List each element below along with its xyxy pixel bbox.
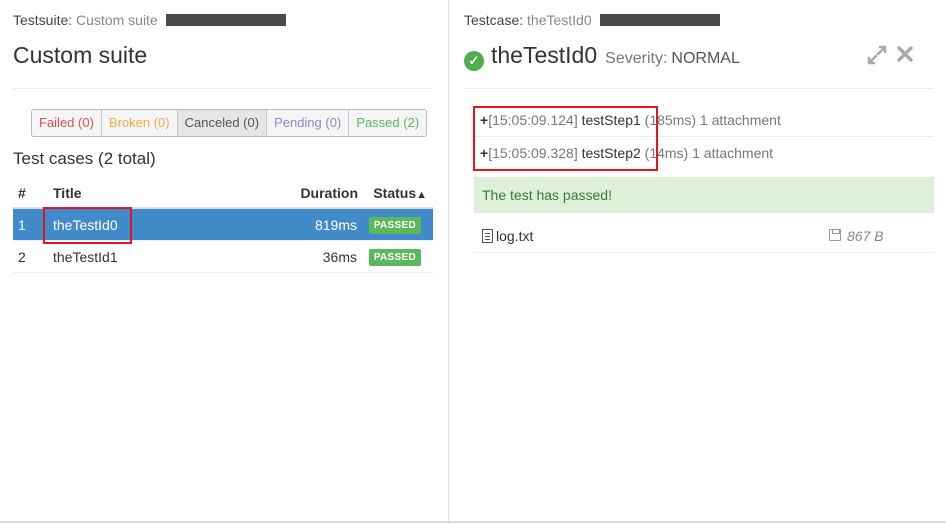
attachment-size: 867 B	[847, 228, 884, 244]
passed-alert: The test has passed!	[474, 177, 934, 213]
severity-label: Severity:	[605, 50, 668, 67]
step-meta: (185ms) 1 attachment	[644, 112, 781, 128]
column-duration[interactable]: Duration	[300, 185, 358, 201]
redacted-block	[165, 14, 286, 26]
sort-asc-icon: ▲	[416, 189, 427, 201]
column-num[interactable]: #	[18, 185, 26, 201]
status-badge: PASSED	[368, 217, 421, 234]
check-circle-icon: ✓	[464, 51, 484, 71]
row-duration: 36ms	[322, 249, 357, 265]
testcase-crumb-value: theTestId0	[527, 12, 592, 28]
file-icon	[482, 229, 493, 243]
filter-passed-button[interactable]: Passed (2)	[349, 110, 427, 136]
column-status-label: Status	[373, 185, 417, 201]
testcase-breadcrumb: Testcase: theTestId0	[464, 12, 720, 28]
suite-breadcrumb: Testsuite: Custom suite	[13, 12, 286, 28]
severity-value: NORMAL	[671, 50, 740, 67]
testcase-title: theTestId0	[491, 42, 598, 68]
testcase-pane	[449, 0, 946, 523]
filter-broken-button[interactable]: Broken (0)	[101, 110, 178, 136]
column-status[interactable]: Status▲	[373, 185, 427, 201]
close-icon[interactable]	[895, 44, 915, 70]
filter-pending-button[interactable]: Pending (0)	[267, 110, 350, 136]
status-filter-group: Failed (0) Broken (0) Canceled (0) Pendi…	[31, 109, 428, 137]
row-num: 2	[18, 249, 26, 265]
status-badge: PASSED	[368, 249, 421, 266]
filter-failed-button[interactable]: Failed (0)	[32, 110, 102, 136]
filter-canceled-button[interactable]: Canceled (0)	[177, 110, 268, 136]
table-header: # Title Duration Status▲	[13, 178, 433, 209]
divider	[464, 88, 934, 89]
highlight-box	[473, 106, 658, 171]
divider	[13, 88, 433, 89]
redacted-block	[599, 14, 720, 26]
testcase-title-row: ✓ theTestId0 Severity: NORMAL	[464, 42, 740, 71]
suite-title: Custom suite	[13, 42, 148, 68]
test-cases-heading: Test cases (2 total)	[13, 149, 156, 168]
step-meta: (14ms) 1 attachment	[644, 145, 774, 161]
row-title[interactable]: theTestId1	[53, 249, 118, 265]
column-title[interactable]: Title	[53, 185, 82, 201]
floppy-icon	[829, 229, 841, 241]
attachment-row[interactable]: log.txt 867 B	[474, 219, 934, 253]
table-row[interactable]: 2 theTestId1 36ms PASSED	[13, 241, 433, 273]
suite-crumb-label: Testsuite:	[13, 12, 73, 28]
testcase-crumb-label: Testcase:	[464, 12, 524, 28]
attachment-name[interactable]: log.txt	[496, 228, 533, 244]
row-num: 1	[18, 217, 26, 233]
highlight-box	[43, 207, 132, 244]
row-duration: 819ms	[314, 217, 357, 233]
expand-icon[interactable]	[866, 44, 888, 72]
suite-crumb-value: Custom suite	[76, 12, 158, 28]
